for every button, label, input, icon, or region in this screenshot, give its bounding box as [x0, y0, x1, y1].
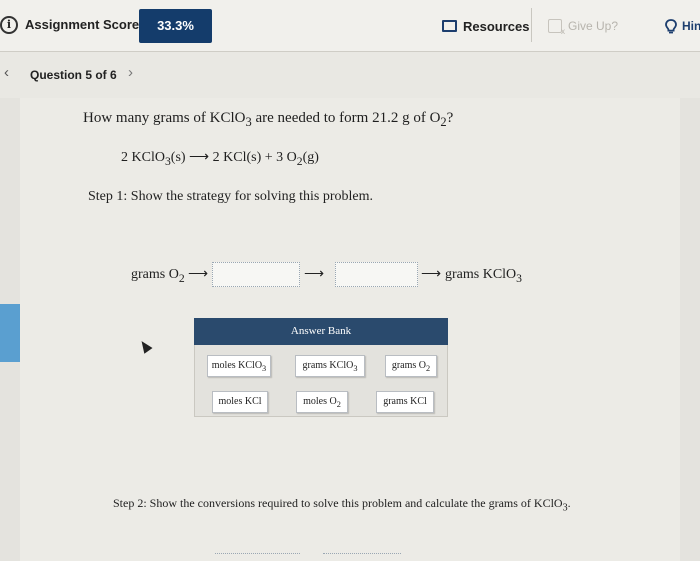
give-up-icon — [548, 19, 565, 36]
answer-chip-grams-o2[interactable]: grams O2 — [385, 355, 437, 377]
give-up-label: Give Up? — [568, 19, 619, 33]
answer-chip-moles-kclo3[interactable]: moles KClO3 — [207, 355, 271, 377]
step-2-drop-target-2[interactable] — [323, 553, 401, 561]
answer-bank-title: Answer Bank — [194, 318, 448, 345]
book-icon — [442, 20, 457, 32]
flow-arrow: ⟶ — [188, 267, 209, 282]
give-up-button[interactable]: Give Up? — [548, 13, 618, 39]
score-badge: 33.3% — [139, 9, 212, 43]
assignment-score-label: Assignment Score: — [25, 17, 144, 32]
hint-button[interactable]: Hin — [665, 13, 700, 39]
question-label[interactable]: Question 5 of 6 — [30, 68, 117, 82]
divider — [531, 8, 532, 42]
top-bar: i Assignment Score: 33.3% Resources Give… — [0, 0, 700, 52]
chevron-right-icon[interactable]: › — [128, 64, 133, 81]
step-1-instruction: Step 1: Show the strategy for solving th… — [88, 189, 374, 204]
side-scroll-strip[interactable] — [0, 304, 20, 362]
chevron-left-icon[interactable]: ‹ — [4, 64, 9, 81]
drop-target-2[interactable] — [335, 262, 418, 287]
resources-label: Resources — [463, 18, 530, 34]
flow-end-label: grams KClO3 — [445, 267, 522, 285]
flow-arrow: ⟶ — [304, 267, 325, 282]
lightbulb-icon — [665, 18, 677, 33]
hint-label: Hin — [682, 19, 700, 33]
question-prompt: How many grams of KClO3 are needed to fo… — [83, 110, 454, 129]
flow-arrow: ⟶ — [421, 267, 442, 282]
flow-start-label: grams O2 — [131, 267, 185, 285]
answer-chip-moles-o2[interactable]: moles O2 — [296, 391, 348, 413]
drop-target-1[interactable] — [212, 262, 300, 287]
answer-chip-moles-kcl[interactable]: moles KCl — [212, 391, 268, 413]
resources-button[interactable]: Resources — [442, 13, 529, 39]
info-icon[interactable]: i — [0, 16, 18, 34]
step-2-drop-target-1[interactable] — [215, 553, 300, 561]
step-2-instruction: Step 2: Show the conversions required to… — [113, 496, 571, 514]
answer-chip-grams-kcl[interactable]: grams KCl — [376, 391, 434, 413]
reaction-equation: 2 KClO3(s) ⟶ 2 KCl(s) + 3 O2(g) — [121, 150, 319, 168]
answer-chip-grams-kclo3[interactable]: grams KClO3 — [295, 355, 365, 377]
